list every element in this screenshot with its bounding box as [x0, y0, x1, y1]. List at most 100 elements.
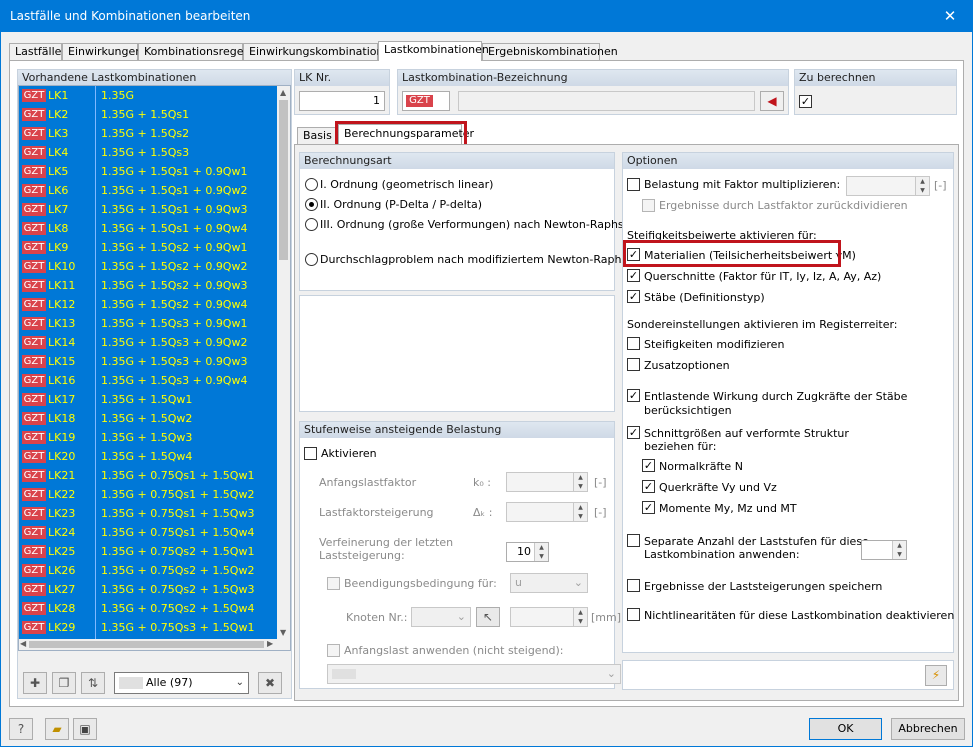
radio-ordnung-2[interactable] [305, 198, 318, 211]
radio-ordnung-1[interactable] [305, 178, 318, 191]
querkraefte-label[interactable]: Querkräfte Vy und Vz [659, 481, 777, 494]
anfangslastfaktor-stepper[interactable]: ▲ ▼ [506, 472, 588, 492]
steifigkeiten-mod-checkbox[interactable] [627, 337, 640, 350]
aktivieren-label[interactable]: Aktivieren [321, 447, 377, 460]
radio-durchschlag-label[interactable]: Durchschlagproblem nach modifiziertem Ne… [320, 253, 641, 266]
bezeichnung-type-field[interactable]: GZT [402, 91, 450, 111]
list-item[interactable]: GZT LK12 1.35G + 1.5Qs2 + 0.9Qw4 [19, 295, 277, 314]
list-vertical-scrollbar[interactable]: ▲ ▼ [277, 86, 290, 640]
faktor-stepper[interactable]: ▲ ▼ [846, 176, 930, 196]
momente-label[interactable]: Momente My, Mz und MT [659, 502, 797, 515]
deaktivieren-checkbox[interactable] [627, 608, 640, 621]
list-item[interactable]: GZT LK8 1.35G + 1.5Qs1 + 0.9Qw4 [19, 219, 277, 238]
scroll-up-icon[interactable]: ▲ [280, 88, 286, 98]
steifigkeiten-mod-label[interactable]: Steifigkeiten modifizieren [644, 338, 784, 351]
list-item[interactable]: GZT LK6 1.35G + 1.5Qs1 + 0.9Qw2 [19, 181, 277, 200]
list-item[interactable]: GZT LK25 1.35G + 0.75Qs2 + 1.5Qw1 [19, 542, 277, 561]
list-item[interactable]: GZT LK9 1.35G + 1.5Qs2 + 0.9Qw1 [19, 238, 277, 257]
list-item[interactable]: GZT LK29 1.35G + 0.75Qs3 + 1.5Qw1 [19, 618, 277, 637]
list-item[interactable]: GZT LK1 1.35G [19, 86, 277, 105]
calculate-icon[interactable]: ⚡ [925, 665, 947, 686]
anfangslast-select[interactable]: ⌄ [327, 664, 621, 684]
copy-combination-icon[interactable]: ❐ [52, 672, 76, 694]
delete-combination-icon[interactable]: ✖ [258, 672, 282, 694]
save-icon[interactable]: ▣ [73, 718, 97, 740]
entlastende-label-1[interactable]: Entlastende Wirkung durch Zugkräfte der … [644, 390, 907, 403]
scroll-down-icon[interactable]: ▼ [280, 628, 286, 638]
stepper-arrows-icon[interactable]: ▲ ▼ [915, 177, 929, 195]
tab-einwirkungskombinationen[interactable]: Einwirkungskombinationen [243, 43, 397, 60]
list-item[interactable]: GZT LK20 1.35G + 1.5Qw4 [19, 447, 277, 466]
list-item[interactable]: GZT LK13 1.35G + 1.5Qs3 + 0.9Qw1 [19, 314, 277, 333]
querschnitte-checkbox[interactable]: ✓ [627, 269, 640, 282]
zu-berechnen-checkbox[interactable]: ✓ [799, 95, 812, 108]
list-item[interactable]: GZT LK17 1.35G + 1.5Qw1 [19, 390, 277, 409]
list-item[interactable]: GZT LK24 1.35G + 0.75Qs1 + 1.5Qw4 [19, 523, 277, 542]
schnittgroessen-checkbox[interactable]: ✓ [627, 426, 640, 439]
querkraefte-checkbox[interactable]: ✓ [642, 480, 655, 493]
lastkombinationen-list[interactable]: GZT LK1 1.35G GZT LK2 1.35G + 1.5Qs1 GZT LK3 1.3… [18, 85, 291, 651]
bezeichnung-library-icon[interactable]: ◀ [760, 91, 784, 111]
staebe-label[interactable]: Stäbe (Definitionstyp) [644, 291, 765, 304]
dividieren-checkbox[interactable] [642, 199, 655, 212]
list-item[interactable]: GZT LK28 1.35G + 0.75Qs2 + 1.5Qw4 [19, 599, 277, 618]
list-item[interactable]: GZT LK5 1.35G + 1.5Qs1 + 0.9Qw1 [19, 162, 277, 181]
tab-basis[interactable]: Basis [297, 127, 338, 144]
list-item[interactable]: GZT LK26 1.35G + 0.75Qs2 + 1.5Qw2 [19, 561, 277, 580]
querschnitte-label[interactable]: Querschnitte (Faktor für IT, Iy, Iz, A, … [644, 270, 881, 283]
faktor-checkbox[interactable] [627, 178, 640, 191]
list-item[interactable]: GZT LK3 1.35G + 1.5Qs2 [19, 124, 277, 143]
list-item[interactable]: GZT LK14 1.35G + 1.5Qs3 + 0.9Qw2 [19, 333, 277, 352]
separate-label-1[interactable]: Separate Anzahl der Laststufen für diese [644, 535, 869, 548]
bezeichnung-text-field[interactable] [458, 91, 755, 111]
separate-stepper[interactable]: ▲ ▼ [861, 540, 907, 560]
list-item[interactable]: GZT LK15 1.35G + 1.5Qs3 + 0.9Qw3 [19, 352, 277, 371]
list-item[interactable]: GZT LK10 1.35G + 1.5Qs2 + 0.9Qw2 [19, 257, 277, 276]
list-item[interactable]: GZT LK18 1.35G + 1.5Qw2 [19, 409, 277, 428]
stepper-arrows-icon[interactable]: ▲ ▼ [573, 608, 587, 626]
list-horizontal-scrollbar[interactable]: ◀ ▶ [19, 639, 290, 650]
speichern-checkbox[interactable] [627, 579, 640, 592]
list-item[interactable]: GZT LK16 1.35G + 1.5Qs3 + 0.9Qw4 [19, 371, 277, 390]
tab-lastfaelle[interactable]: Lastfälle [9, 43, 62, 60]
schnitt-label-1[interactable]: Schnittgrößen auf verformte Struktur [644, 427, 849, 440]
new-combination-icon[interactable]: ✚ [23, 672, 47, 694]
scroll-right-icon[interactable]: ▶ [267, 639, 273, 649]
close-icon[interactable]: ✕ [928, 1, 972, 32]
list-item[interactable]: GZT LK22 1.35G + 0.75Qs1 + 1.5Qw2 [19, 485, 277, 504]
list-item[interactable]: GZT LK11 1.35G + 1.5Qs2 + 0.9Qw3 [19, 276, 277, 295]
stepper-arrows-icon[interactable]: ▲ ▼ [534, 543, 548, 561]
aktivieren-checkbox[interactable] [304, 447, 317, 460]
open-folder-icon[interactable]: ▰ [45, 718, 69, 740]
vertical-scroll-thumb[interactable] [279, 100, 288, 260]
knoten-select[interactable]: ⌄ [411, 607, 471, 627]
radio-ordnung-3[interactable] [305, 218, 318, 231]
momente-checkbox[interactable]: ✓ [642, 501, 655, 514]
tab-ergebniskombinationen[interactable]: Ergebniskombinationen [482, 43, 618, 60]
zusatzoptionen-checkbox[interactable] [627, 358, 640, 371]
renumber-icon[interactable]: ⇅ [81, 672, 105, 694]
speichern-label[interactable]: Ergebnisse der Laststeigerungen speicher… [644, 580, 882, 593]
horizontal-scroll-thumb[interactable] [29, 641, 264, 648]
anfangslast-checkbox[interactable] [327, 644, 340, 657]
verfeinerung-stepper[interactable]: 10 ▲ ▼ [506, 542, 549, 562]
separate-checkbox[interactable] [627, 534, 640, 547]
lk-nr-field[interactable]: 1 [299, 91, 385, 111]
staebe-checkbox[interactable]: ✓ [627, 290, 640, 303]
entlastende-checkbox[interactable]: ✓ [627, 389, 640, 402]
stepper-arrows-icon[interactable]: ▲ ▼ [573, 503, 587, 521]
list-item[interactable]: GZT LK21 1.35G + 0.75Qs1 + 1.5Qw1 [19, 466, 277, 485]
steigerung-stepper[interactable]: ▲ ▼ [506, 502, 588, 522]
list-item[interactable]: GZT LK2 1.35G + 1.5Qs1 [19, 105, 277, 124]
help-icon[interactable]: ? [9, 718, 33, 740]
radio-ordnung-1-label[interactable]: I. Ordnung (geometrisch linear) [320, 178, 493, 191]
cancel-button[interactable]: Abbrechen [891, 718, 965, 740]
ok-button[interactable]: OK [809, 718, 882, 740]
deaktivieren-label[interactable]: Nichtlinearitäten für diese Lastkombinat… [644, 609, 954, 622]
scroll-left-icon[interactable]: ◀ [20, 639, 26, 649]
tab-einwirkungen[interactable]: Einwirkungen [62, 43, 142, 60]
radio-ordnung-3-label[interactable]: III. Ordnung (große Verformungen) nach N… [320, 218, 637, 231]
radio-durchschlag[interactable] [305, 253, 318, 266]
knoten-value-stepper[interactable]: ▲ ▼ [510, 607, 588, 627]
list-item[interactable]: GZT LK27 1.35G + 0.75Qs2 + 1.5Qw3 [19, 580, 277, 599]
